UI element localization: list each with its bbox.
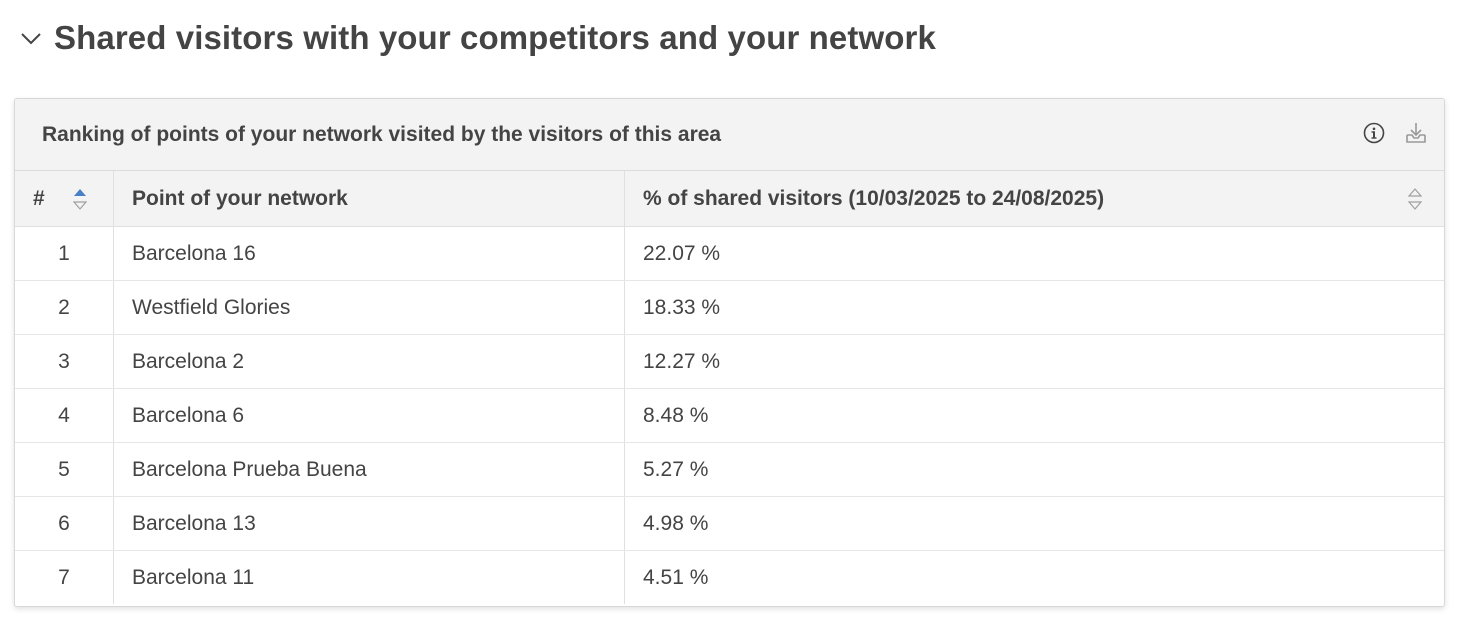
ranking-card: Ranking of points of your network visite… [14, 98, 1445, 607]
sort-asc-icon[interactable] [72, 185, 88, 213]
column-header-point-label: Point of your network [132, 186, 348, 210]
table-row: 7 Barcelona 11 4.51 % [15, 550, 1444, 604]
table-row: 1 Barcelona 16 22.07 % [15, 226, 1444, 281]
row-rank: 4 [15, 388, 114, 443]
row-pct: 4.51 % [643, 565, 709, 589]
row-pct: 12.27 % [624, 334, 1444, 389]
row-rank: 5 [15, 442, 114, 497]
table-row: 6 Barcelona 13 4.98 % [15, 496, 1444, 551]
sort-icon[interactable] [1407, 185, 1423, 213]
column-header-pct[interactable]: % of shared visitors (10/03/2025 to 24/0… [624, 171, 1444, 227]
row-point: Barcelona 13 [113, 496, 625, 551]
table-row: 2 Westfield Glories 18.33 % [15, 280, 1444, 335]
row-point: Barcelona 6 [113, 388, 625, 443]
table-row: 5 Barcelona Prueba Buena 5.27 % [15, 442, 1444, 497]
row-point: Barcelona 11 [113, 550, 625, 604]
chevron-down-icon[interactable] [18, 25, 44, 51]
section-toggle[interactable]: Shared visitors with your competitors an… [18, 14, 936, 62]
row-pct: 22.07 % [624, 226, 1444, 281]
row-point: Westfield Glories [113, 280, 625, 335]
info-icon[interactable] [1362, 121, 1386, 145]
row-rank: 3 [15, 334, 114, 389]
row-pct: 5.27 % [624, 442, 1444, 497]
column-header-rank[interactable]: # [15, 171, 114, 227]
table-row: 4 Barcelona 6 8.48 % [15, 388, 1444, 443]
row-point: Barcelona 2 [113, 334, 625, 389]
row-pct: 4.98 % [624, 496, 1444, 551]
card-actions [1362, 121, 1428, 145]
card-title: Ranking of points of your network visite… [42, 122, 722, 146]
column-header-rank-label: # [33, 186, 45, 210]
column-header-pct-label: % of shared visitors (10/03/2025 to 24/0… [643, 186, 1105, 210]
row-rank: 1 [15, 226, 114, 281]
ranking-table: # Point of your network % of shared visi… [15, 171, 1444, 604]
card-header: Ranking of points of your network visite… [15, 99, 1444, 171]
row-rank: 6 [15, 496, 114, 551]
row-pct: 8.48 % [624, 388, 1444, 443]
row-rank: 7 [15, 550, 114, 604]
download-icon[interactable] [1404, 121, 1428, 145]
column-header-point[interactable]: Point of your network [113, 171, 625, 227]
row-pct: 18.33 % [624, 280, 1444, 335]
section-title: Shared visitors with your competitors an… [54, 19, 936, 56]
table-header-row: # Point of your network % of shared visi… [15, 171, 1444, 227]
row-rank: 2 [15, 280, 114, 335]
row-point: Barcelona 16 [113, 226, 625, 281]
table-row: 3 Barcelona 2 12.27 % [15, 334, 1444, 389]
row-point: Barcelona Prueba Buena [113, 442, 625, 497]
